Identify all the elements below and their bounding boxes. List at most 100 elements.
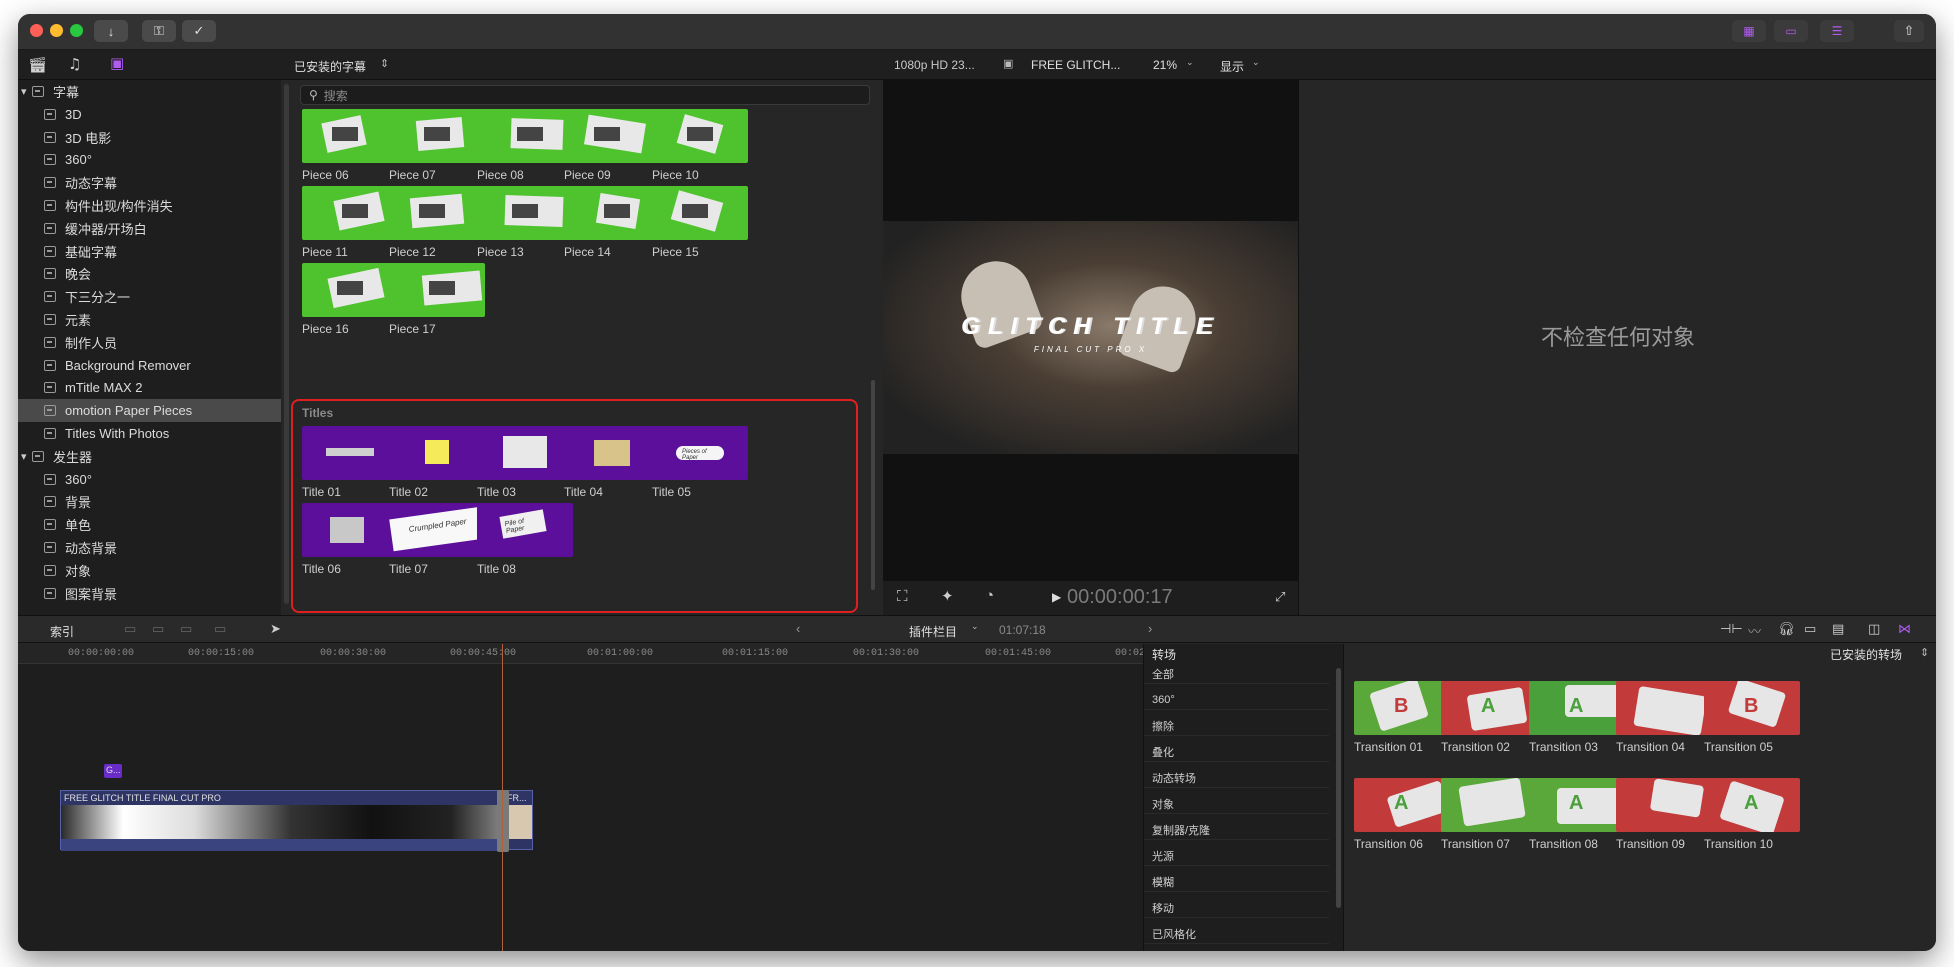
piece-thumbnail[interactable]	[302, 263, 398, 317]
piece-thumbnail[interactable]	[389, 263, 485, 317]
piece-thumbnail[interactable]	[477, 109, 573, 163]
search-field[interactable]: ⚲ 搜索	[300, 85, 870, 105]
transition-thumbnail[interactable]	[1616, 778, 1712, 832]
sidebar-item[interactable]: 构件出现/构件消失	[18, 194, 281, 217]
insert-clip-icon[interactable]: ▭	[152, 621, 164, 637]
overwrite-clip-icon[interactable]: ▭	[180, 621, 192, 637]
share-button[interactable]: ⇧	[1894, 20, 1924, 42]
audio-waveform-icon[interactable]: 〰	[1748, 621, 1761, 640]
speed-gauge-icon[interactable]: ◔	[985, 587, 994, 604]
transition-category[interactable]: 模糊	[1144, 872, 1329, 892]
piece-thumbnail[interactable]	[302, 109, 398, 163]
piece-thumbnail[interactable]	[652, 109, 748, 163]
transition-thumbnail[interactable]: B	[1354, 681, 1450, 735]
transition-category[interactable]: 叠化	[1144, 742, 1329, 762]
transition-thumbnail[interactable]	[1441, 778, 1537, 832]
keywords-button[interactable]: ⚿	[142, 20, 176, 42]
enhance-wand-icon[interactable]: ✦	[941, 587, 954, 605]
plugin-column-menu[interactable]: 插件栏目	[909, 623, 957, 640]
sidebar-item[interactable]: 360°	[18, 148, 281, 171]
sidebar-item[interactable]: 下三分之一	[18, 285, 281, 308]
sidebar-item[interactable]: Titles With Photos	[18, 422, 281, 445]
title-clip[interactable]: G...	[104, 764, 122, 778]
select-tool-icon[interactable]: ➤	[270, 621, 281, 637]
append-clip-icon[interactable]: ▭	[124, 621, 136, 637]
transition-thumbnail[interactable]: B	[1704, 681, 1800, 735]
play-icon[interactable]: ▶	[1052, 590, 1061, 604]
forward-arrow-icon[interactable]: ›	[1148, 621, 1152, 636]
sidebar-item[interactable]: 基础字幕	[18, 240, 281, 263]
transition-category[interactable]: 对象	[1144, 794, 1329, 814]
transform-icon[interactable]: ⛶	[897, 588, 908, 605]
effects-browser-icon[interactable]: ◫	[1868, 621, 1880, 637]
libraries-icon[interactable]: 🎬︎	[28, 56, 47, 74]
library-title[interactable]: 已安装的字幕	[294, 58, 366, 75]
sidebar-item[interactable]: 背景	[18, 490, 281, 513]
zoom-menu[interactable]: 21%	[1153, 58, 1177, 72]
transition-thumbnail[interactable]: A	[1704, 778, 1800, 832]
browser-scrollbar[interactable]	[871, 380, 875, 590]
import-button[interactable]: ↓	[94, 20, 128, 42]
transition-category[interactable]: 移动	[1144, 898, 1329, 918]
transition-category[interactable]: 复制器/克隆	[1144, 820, 1329, 840]
disclosure-triangle-icon[interactable]: ▾	[21, 450, 27, 463]
photos-audio-icon[interactable]: ♫	[68, 55, 81, 73]
sidebar-item[interactable]: 360°	[18, 468, 281, 491]
disclosure-triangle-icon[interactable]: ▾	[21, 85, 27, 98]
installed-transitions-menu[interactable]: 已安装的转场	[1830, 646, 1902, 663]
sidebar-item[interactable]: 图案背景	[18, 582, 281, 605]
piece-thumbnail[interactable]	[564, 186, 660, 240]
sidebar-item[interactable]: 3D 电影	[18, 126, 281, 149]
transition-category[interactable]: 光源	[1144, 846, 1329, 866]
timeline-ruler[interactable]: 00:00:00:00 00:00:15:00 00:00:30:00 00:00:4…	[18, 644, 1145, 664]
playhead[interactable]	[502, 644, 503, 951]
index-button[interactable]: 索引	[50, 623, 74, 640]
chevron-updown-icon[interactable]: ⇕	[380, 57, 389, 70]
transition-category[interactable]: 360°	[1144, 690, 1329, 710]
filmstrip-icon[interactable]: ▤	[1832, 621, 1844, 637]
titles-generators-icon[interactable]: ▣	[110, 54, 124, 72]
sidebar-item[interactable]: 单色	[18, 513, 281, 536]
sidebar-scrollbar[interactable]	[284, 84, 289, 604]
sidebar-item[interactable]: 元素	[18, 308, 281, 331]
sidebar-item[interactable]: 动态背景	[18, 536, 281, 559]
sidebar-item[interactable]: 晚会	[18, 262, 281, 285]
minimize-window-button[interactable]	[50, 24, 63, 37]
sidebar-item[interactable]: 制作人员	[18, 331, 281, 354]
sidebar-item[interactable]: Background Remover	[18, 354, 281, 377]
categories-scrollbar[interactable]	[1336, 668, 1341, 908]
fullscreen-icon[interactable]: ⤢	[1275, 589, 1285, 605]
back-arrow-icon[interactable]: ‹	[796, 621, 800, 636]
show-timeline-button[interactable]: ▭	[1774, 20, 1808, 42]
show-inspector-button[interactable]: ☰	[1820, 20, 1854, 42]
split-icon[interactable]: ⊣⊢	[1720, 621, 1743, 637]
transition-thumbnail[interactable]: A	[1441, 681, 1537, 735]
transition-thumbnail[interactable]	[1616, 681, 1712, 735]
transition-thumbnail[interactable]: A	[1529, 681, 1625, 735]
sidebar-item[interactable]: mTitle MAX 2	[18, 376, 281, 399]
transitions-browser-icon[interactable]: ⋈	[1898, 621, 1911, 637]
sidebar-item[interactable]: 3D	[18, 103, 281, 126]
connect-clip-icon[interactable]: ▭	[214, 621, 226, 637]
sidebar-item[interactable]: omotion Paper Pieces	[18, 399, 281, 423]
piece-thumbnail[interactable]	[389, 186, 485, 240]
clip-edit-handle[interactable]	[497, 790, 509, 852]
show-browser-button[interactable]: ▦	[1732, 20, 1766, 42]
sidebar-item[interactable]: 对象	[18, 559, 281, 582]
display-menu[interactable]: 显示	[1220, 58, 1244, 75]
headphones-icon[interactable]: 🎧︎	[1778, 621, 1795, 637]
sidebar-item[interactable]: 缓冲器/开场白	[18, 217, 281, 240]
background-tasks-button[interactable]: ✓	[182, 20, 216, 42]
transition-category[interactable]: 全部	[1144, 664, 1329, 684]
sidebar-item[interactable]: 动态字幕	[18, 171, 281, 194]
main-clip[interactable]: FREE GLITCH TITLE FINAL CUT PRO	[60, 790, 504, 851]
piece-thumbnail[interactable]	[389, 109, 485, 163]
transition-category[interactable]: 动态转场	[1144, 768, 1329, 788]
sidebar-group[interactable]: ▾ 发生器	[18, 445, 281, 468]
piece-thumbnail[interactable]	[477, 186, 573, 240]
piece-thumbnail[interactable]	[652, 186, 748, 240]
transition-category[interactable]: 擦除	[1144, 716, 1329, 736]
sidebar-group[interactable]: ▾ 字幕	[18, 80, 281, 103]
piece-thumbnail[interactable]	[302, 186, 398, 240]
transition-thumbnail[interactable]: A	[1354, 778, 1450, 832]
